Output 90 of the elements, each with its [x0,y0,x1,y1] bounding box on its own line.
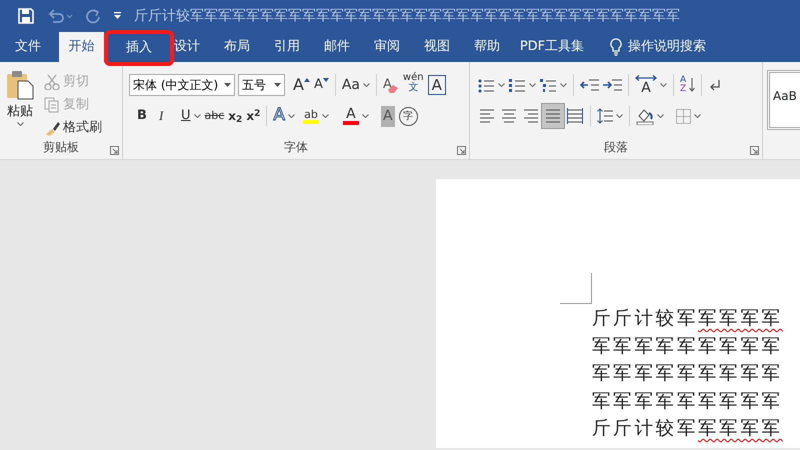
document-text: 斤斤计较军 军军军军 [592,307,783,331]
lightbulb-icon [610,38,622,56]
caret-icon [288,114,295,118]
align-center-icon [501,108,517,124]
document-text: 斤斤计较军 军军军军 [592,417,783,441]
group-label: 字体 [284,139,308,156]
dialog-launcher-icon [457,146,466,155]
paint-bucket-icon [636,108,654,124]
enclose-characters-button[interactable]: 字 [396,104,420,128]
multilevel-list-icon [540,78,557,92]
copy-icon [44,96,60,112]
format-painter-button[interactable]: 格式刷 [42,116,104,139]
superscript-button[interactable]: x$^{2}$ [244,104,262,128]
italic-button[interactable]: I [157,104,179,128]
down-triangle-icon [322,78,329,82]
ribbon-tab[interactable]: 开始 [59,32,104,62]
dropdown-arrow-icon [224,83,231,87]
up-triangle-icon [304,78,310,82]
caret-icon [363,83,370,87]
dialog-launcher-icon [110,146,119,155]
ribbon-tab[interactable]: 布局 [212,32,262,62]
caret-icon [529,83,536,87]
caret-icon [362,114,369,118]
decrease-indent-icon [580,78,599,92]
caret-icon [694,114,701,118]
group-label: 段落 [604,139,628,156]
scissors-icon [44,74,60,90]
paragraph-mark-icon [708,78,722,92]
ribbon-tab[interactable]: 邮件 [312,32,362,62]
caret-icon [616,114,623,118]
margin-corner-mark [560,273,592,304]
document-text: 军军军军军军军军军 [592,390,783,414]
align-left-icon [479,108,495,124]
document-text: 军军军军军军军军军 [592,362,783,386]
caret-icon [194,114,201,118]
align-right-icon [523,108,539,124]
style-preview[interactable]: AaB [767,70,800,130]
font-size-field[interactable]: 五号 [238,74,285,96]
subscript-button[interactable]: x$_{2}$ [226,104,244,128]
undo-icon [47,8,73,24]
caret-icon [322,114,329,118]
justify-button[interactable] [542,104,564,128]
save-icon [17,7,35,25]
tell-me-search[interactable]: 操作说明搜索 [628,37,706,57]
paintbrush-icon [44,120,60,136]
highlight-color-bar [302,120,319,124]
highlight-button[interactable]: ab [300,104,331,128]
ribbon-tab[interactable]: PDF工具集 [512,32,592,62]
clear-formatting-button[interactable]: A [381,73,401,97]
strikethrough-button[interactable]: abc [202,104,226,128]
window-title: 斤斤计较军军军军军军军军军军军军军军军军军军军军军军军军军军军军军军军军军军军 [134,6,680,26]
caret-icon [560,83,567,87]
font-color-bar [342,121,359,125]
font-name-field[interactable]: 宋体 (中文正文) [129,74,235,96]
distributed-icon [567,108,583,124]
numbered-list-icon [509,78,526,92]
customize-toolbar-icon [113,12,122,20]
group-label: 剪贴板 [43,139,79,156]
line-spacing-icon [597,108,613,124]
change-case-button[interactable]: Aa [340,73,372,97]
shrink-font-button[interactable]: A [312,73,331,97]
paste-button[interactable]: 粘贴 [0,70,40,134]
bold-button[interactable]: B [135,104,157,128]
clipboard-icon [6,70,34,100]
dropdown-arrow-icon [274,83,281,87]
ribbon-tab[interactable]: 帮助 [462,32,512,62]
grow-font-button[interactable]: A [291,73,312,97]
phonetic-guide-button[interactable]: wén 文 [400,73,426,97]
caret-icon [16,122,24,126]
ribbon-tab[interactable]: 视图 [412,32,462,62]
character-border-button[interactable]: A [426,73,448,97]
justify-icon [545,108,561,124]
underline-button[interactable]: U [179,104,203,128]
borders-icon [676,108,691,124]
caret-icon [657,114,664,118]
asian-layout-button[interactable]: A [633,73,669,97]
down-arrow-icon [689,78,696,92]
increase-indent-icon [603,78,622,92]
dialog-launcher-icon [750,146,759,155]
double-arrow-icon [635,75,657,81]
bulleted-list-icon [478,78,495,92]
caret-icon [498,83,505,87]
document-text: 军军军军军军军军军 [592,334,783,358]
ribbon-tab[interactable]: 引用 [262,32,312,62]
font-color-button[interactable]: A [340,104,371,128]
ribbon-tab[interactable]: 文件 [3,32,53,62]
sort-button[interactable]: A Z [678,73,698,97]
redo-icon [85,8,101,24]
caret-icon [660,83,667,87]
ribbon-tab[interactable]: 审阅 [362,32,412,62]
